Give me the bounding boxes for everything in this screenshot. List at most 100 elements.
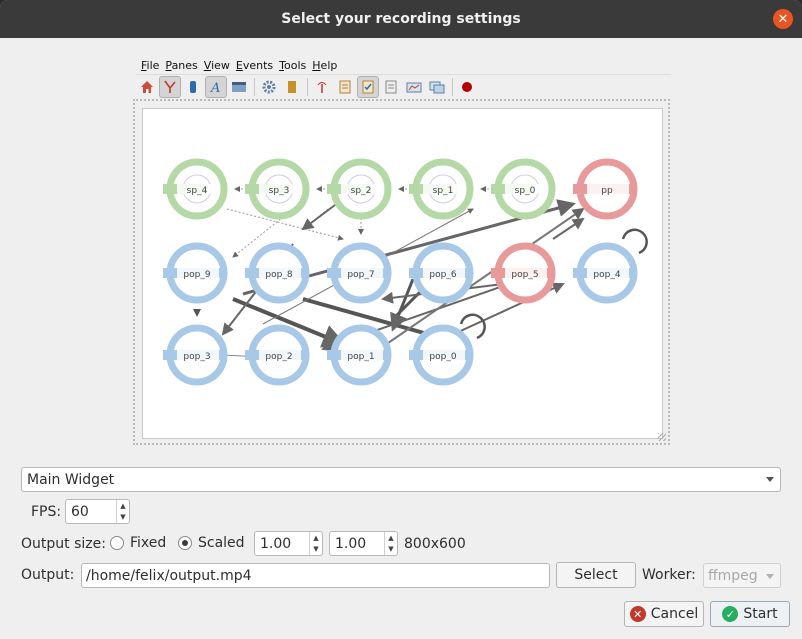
graph-node-sp_0[interactable]: sp_0 <box>491 158 556 220</box>
graph-node-label: pop_3 <box>183 352 210 362</box>
toolbar-separator <box>452 77 453 96</box>
graph-node-label: pop_4 <box>593 270 620 280</box>
graph-node-pop_9[interactable]: pop_9 <box>163 242 228 304</box>
decrement-icon[interactable]: ▼ <box>310 544 322 556</box>
increment-icon[interactable]: ▲ <box>117 500 129 512</box>
scaled-radio[interactable] <box>178 536 192 550</box>
text-icon[interactable]: A <box>205 75 227 98</box>
output-size-text: 800x600 <box>404 536 466 552</box>
select-button-label: Select <box>574 567 618 583</box>
decrement-icon[interactable]: ▼ <box>117 512 129 524</box>
menu-panes[interactable]: Panes <box>162 59 200 75</box>
fps-label: FPS: <box>31 504 62 520</box>
graph-edge <box>552 217 585 240</box>
report-icon[interactable] <box>334 76 356 98</box>
compare-window-icon[interactable] <box>426 76 448 98</box>
graph-node-pp[interactable]: pp <box>573 158 638 220</box>
preview-menubar: File Panes View Events Tools Help <box>138 59 340 75</box>
output-path-value: /home/felix/output.mp4 <box>86 567 252 584</box>
scale-y-spinbox[interactable]: 1.00 ▲ ▼ <box>329 531 398 556</box>
widget-preview: File Panes View Events Tools Help A sp_4… <box>133 56 671 458</box>
cancel-button-label: Cancel <box>650 606 699 622</box>
self-loop-edge <box>621 228 648 255</box>
worker-value: ffmpeg <box>708 567 758 584</box>
graph-node-label: pop_9 <box>183 270 210 280</box>
document-icon[interactable] <box>380 76 402 98</box>
graph-node-pop_2[interactable]: pop_2 <box>245 324 310 386</box>
worker-label: Worker: <box>642 567 696 583</box>
record-icon[interactable] <box>456 76 478 98</box>
toolbar-separator <box>307 77 308 96</box>
graph-node-pop_5[interactable]: pop_5 <box>491 242 556 304</box>
scaled-label[interactable]: Scaled <box>198 535 245 551</box>
scale-y-value: 1.00 <box>335 535 367 552</box>
network-graph-canvas: sp_4 sp_3 sp_2 sp_1 sp_0 pp pop_9 pop_8 pop_7 pop… <box>142 108 663 439</box>
graph-node-sp_2[interactable]: sp_2 <box>327 158 392 220</box>
cancel-button[interactable]: ✕ Cancel <box>624 601 704 627</box>
settings-gear-icon[interactable] <box>258 76 280 98</box>
menu-view[interactable]: View <box>201 59 233 75</box>
clipboard-icon[interactable] <box>281 76 303 98</box>
graph-edge-arrow <box>193 309 201 317</box>
fps-value: 60 <box>71 503 89 520</box>
graph-node-label: pop_5 <box>511 270 538 280</box>
graph-node-label: sp_2 <box>351 186 372 196</box>
widget-select-value: Main Widget <box>27 471 115 488</box>
close-icon: ✕ <box>777 11 789 27</box>
chevron-down-icon <box>766 477 774 482</box>
graph-node-sp_3[interactable]: sp_3 <box>245 158 310 220</box>
start-icon: ✓ <box>722 606 739 622</box>
graph-node-label: pop_7 <box>347 270 374 280</box>
scale-x-value: 1.00 <box>260 535 292 552</box>
cancel-icon: ✕ <box>629 606 646 622</box>
graph-node-label: sp_1 <box>433 186 454 196</box>
graph-node-sp_1[interactable]: sp_1 <box>409 158 474 220</box>
menu-tools[interactable]: Tools <box>276 59 309 75</box>
graph-node-pop_1[interactable]: pop_1 <box>327 324 392 386</box>
network-graph-icon[interactable] <box>159 75 181 98</box>
graph-node-pop_0[interactable]: pop_0 <box>409 324 474 386</box>
toolbar-separator <box>254 77 255 96</box>
checked-report-icon[interactable] <box>357 75 379 98</box>
resize-grip[interactable] <box>658 433 666 441</box>
home-icon[interactable] <box>136 76 158 98</box>
fixed-label[interactable]: Fixed <box>130 535 166 551</box>
scale-x-spinbox[interactable]: 1.00 ▲ ▼ <box>254 531 323 556</box>
close-button[interactable]: ✕ <box>773 9 793 29</box>
graph-node-pop_4[interactable]: pop_4 <box>573 242 638 304</box>
output-label: Output: <box>21 567 75 583</box>
graph-node-label: pop_6 <box>429 270 456 280</box>
worker-select[interactable]: ffmpeg <box>703 563 781 588</box>
widget-select[interactable]: Main Widget <box>21 467 781 492</box>
output-path-field[interactable]: /home/felix/output.mp4 <box>81 563 550 588</box>
graph-node-label: pop_0 <box>429 352 456 362</box>
graph-node-label: sp_3 <box>269 186 290 196</box>
title-bar: Select your recording settings ✕ <box>0 0 802 38</box>
window-icon[interactable] <box>228 76 250 98</box>
svg-text:A: A <box>210 81 220 95</box>
start-button[interactable]: ✓ Start <box>710 601 790 627</box>
increment-icon[interactable]: ▲ <box>385 532 397 544</box>
select-button[interactable]: Select <box>556 562 636 588</box>
graph-node-label: pop_1 <box>347 352 374 362</box>
antenna-icon[interactable] <box>311 76 333 98</box>
graph-node-pop_7[interactable]: pop_7 <box>327 242 392 304</box>
graph-node-label: sp_4 <box>187 186 208 196</box>
chart-window-icon[interactable] <box>403 76 425 98</box>
chevron-down-icon <box>766 574 774 579</box>
fixed-radio[interactable] <box>110 536 124 550</box>
device-icon[interactable] <box>182 76 204 98</box>
network-graph: sp_4 sp_3 sp_2 sp_1 sp_0 pppop_9 pop_8 pop_7 pop… <box>163 158 648 386</box>
increment-icon[interactable]: ▲ <box>310 532 322 544</box>
decrement-icon[interactable]: ▼ <box>385 544 397 556</box>
menu-file[interactable]: File <box>138 59 162 75</box>
preview-canvas-frame: sp_4 sp_3 sp_2 sp_1 sp_0 pp pop_9 pop_8 pop_7 pop… <box>133 99 670 445</box>
preview-toolbar: A <box>136 74 671 98</box>
recording-settings-dialog: Select your recording settings ✕ File Pa… <box>0 0 802 639</box>
menu-events[interactable]: Events <box>233 59 276 75</box>
graph-node-sp_4[interactable]: sp_4 <box>163 158 228 220</box>
menu-help[interactable]: Help <box>309 59 340 75</box>
fps-spinbox[interactable]: 60 ▲ ▼ <box>65 499 130 524</box>
start-button-label: Start <box>743 606 778 622</box>
graph-node-pop_3[interactable]: pop_3 <box>163 324 228 386</box>
